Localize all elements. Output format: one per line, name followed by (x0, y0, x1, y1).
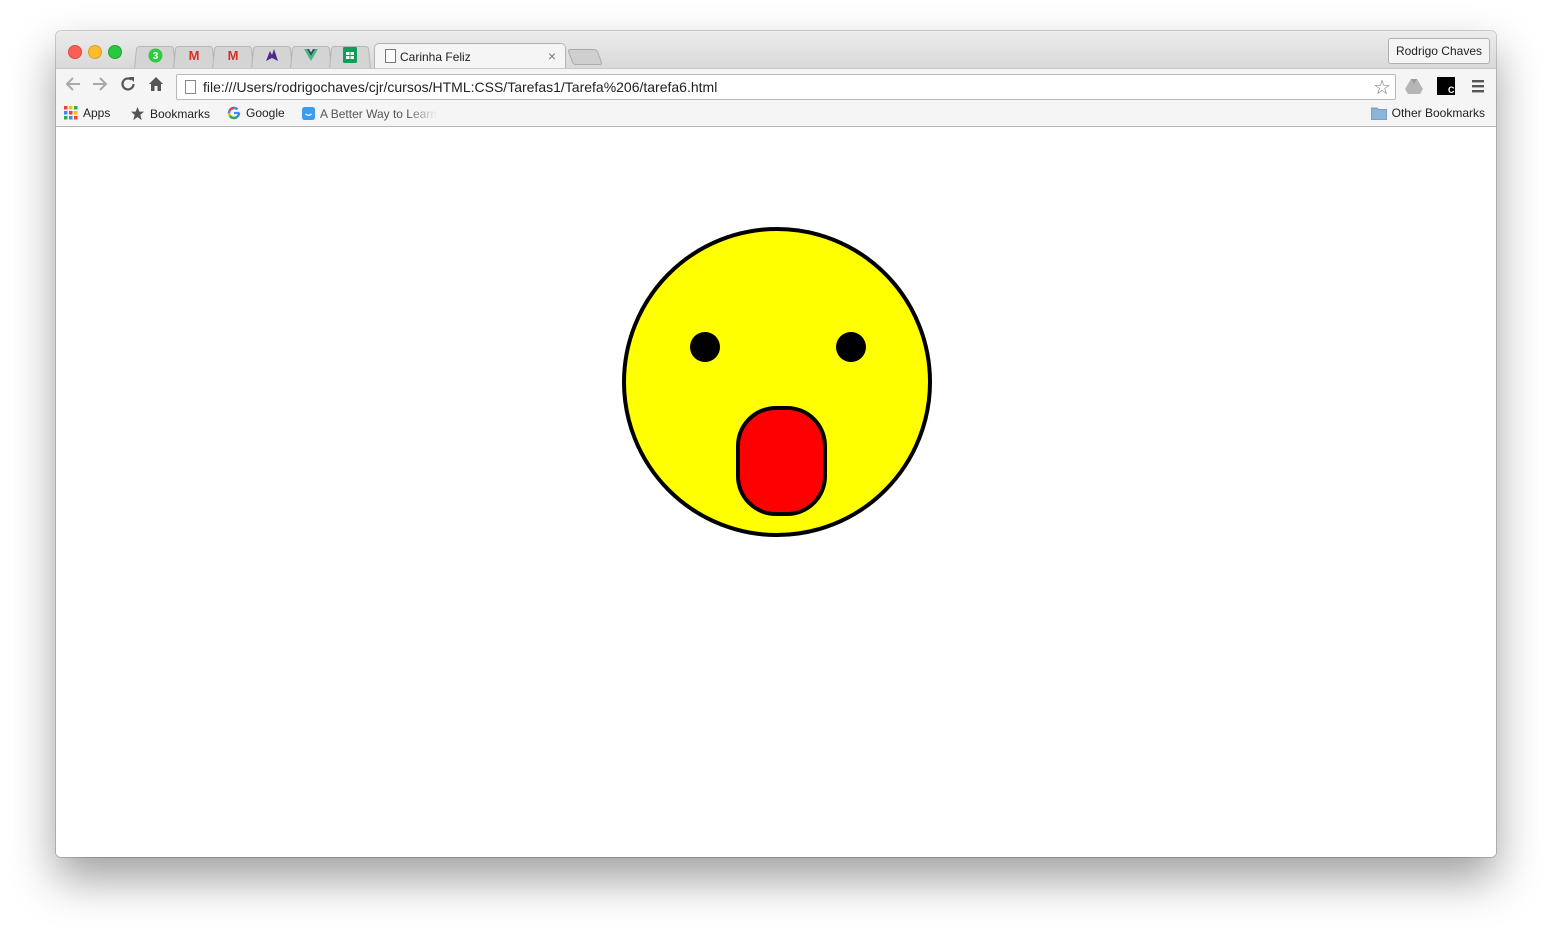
back-icon[interactable] (63, 75, 83, 95)
mouth (736, 406, 827, 516)
star-icon (130, 106, 145, 121)
close-window-button[interactable] (68, 45, 82, 59)
bookmark-label: Bookmarks (150, 106, 211, 121)
browser-window: 3 M M Carinha Feliz × Rodrigo Chaves fil… (56, 31, 1496, 857)
bookmark-star-icon[interactable]: ☆ (1373, 75, 1391, 100)
page-icon (385, 49, 396, 63)
whatsapp-icon: 3 (147, 47, 163, 63)
svg-text:3: 3 (152, 51, 158, 62)
right-eye (836, 332, 866, 362)
ci-extension-icon[interactable]: CI (1437, 77, 1457, 95)
reload-icon[interactable] (118, 75, 138, 95)
tab-active[interactable]: Carinha Feliz × (374, 43, 566, 70)
url-text: file:///Users/rodrigochaves/cjr/cursos/H… (203, 79, 718, 95)
bookmark-bookmarks[interactable]: Bookmarks (130, 106, 210, 121)
new-tab-button[interactable] (567, 49, 603, 65)
bookmark-other[interactable]: Other Bookmarks (1370, 106, 1485, 120)
minimize-window-button[interactable] (88, 45, 102, 59)
emoji-icon (302, 106, 316, 121)
close-tab-icon[interactable]: × (548, 48, 556, 64)
apps-grid-icon (64, 106, 78, 120)
surprised-face (622, 227, 932, 537)
bookmark-label: Apps (83, 106, 111, 120)
left-eye (690, 332, 720, 362)
folder-icon (1370, 107, 1387, 120)
profile-button[interactable]: Rodrigo Chaves (1387, 38, 1490, 64)
vue-icon (303, 47, 319, 63)
page-content (56, 127, 1496, 857)
forward-icon[interactable] (90, 75, 110, 95)
zoom-window-button[interactable] (108, 45, 122, 59)
home-icon[interactable] (146, 75, 166, 95)
gmail-icon: M (188, 47, 200, 63)
sheets-icon (342, 47, 358, 63)
bookmark-google[interactable]: Google (227, 106, 285, 120)
svg-text:CI: CI (1448, 85, 1455, 95)
address-bar[interactable]: file:///Users/rodrigochaves/cjr/cursos/H… (176, 74, 1396, 100)
gmail-icon: M (227, 47, 239, 63)
dragon-icon (264, 47, 280, 63)
tab-strip: 3 M M Carinha Feliz × Rodrigo Chaves (56, 31, 1496, 70)
bookmark-apps[interactable]: Apps (64, 106, 110, 120)
file-icon (185, 80, 196, 94)
google-icon (227, 106, 241, 120)
tab-title: Carinha Feliz (400, 50, 471, 64)
bookmark-label: A Better Way to Learn (320, 106, 437, 121)
other-bookmarks-label: Other Bookmarks (1391, 106, 1485, 120)
toolbar: file:///Users/rodrigochaves/cjr/cursos/H… (56, 68, 1496, 103)
bookmark-better-way[interactable]: A Better Way to Learn (302, 106, 437, 121)
bookmarks-bar: Apps Bookmarks Google A Better Way to Le… (56, 102, 1496, 127)
bookmark-label: Google (246, 106, 285, 120)
drive-icon[interactable] (1405, 77, 1423, 95)
menu-icon[interactable] (1470, 77, 1488, 95)
